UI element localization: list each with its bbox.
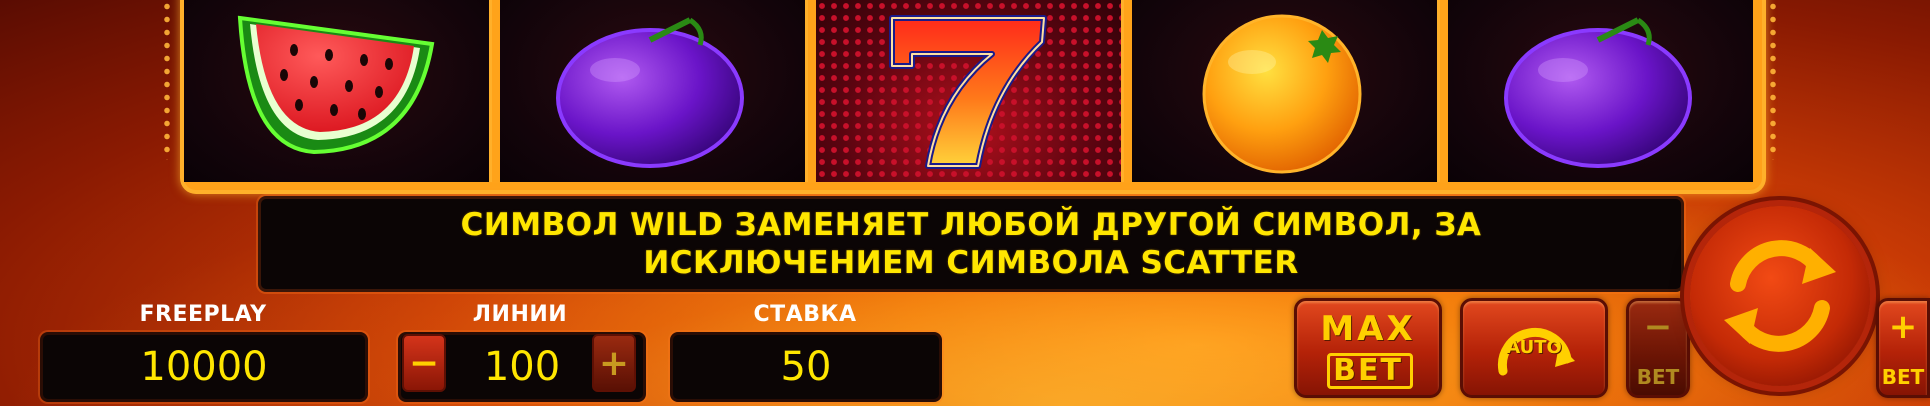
reel-4 [1132, 0, 1440, 182]
max-bet-button[interactable]: MAX BET [1294, 298, 1442, 398]
max-bet-line-2: BET [1333, 353, 1403, 388]
freeplay-value: 10000 [40, 332, 368, 402]
bet-plus-label: BET [1881, 365, 1925, 389]
bet-plus-button[interactable]: + BET [1876, 298, 1930, 398]
bet-minus-label: BET [1636, 365, 1680, 389]
max-bet-line-1: MAX [1320, 309, 1416, 349]
right-light-dots [1768, 0, 1778, 160]
bet-plus-sign: + [1888, 307, 1918, 347]
reel-3 [816, 0, 1124, 182]
plum-icon [1504, 17, 1692, 168]
freeplay-label: FREEPLAY [139, 302, 267, 327]
seven-icon [889, 15, 1047, 169]
left-light-dots [162, 0, 172, 160]
lines-value: 100 [483, 344, 561, 390]
reel-2 [500, 0, 808, 182]
message-bar: СИМВОЛ WILD ЗАМЕНЯЕТ ЛЮБОЙ ДРУГОЙ СИМВОЛ… [258, 196, 1684, 292]
watermelon-icon [237, 15, 435, 155]
orange-icon [1202, 14, 1362, 174]
stake-value: 50 [670, 332, 942, 402]
spin-button[interactable] [1690, 206, 1870, 386]
message-line-1: СИМВОЛ WILD ЗАМЕНЯЕТ ЛЮБОЙ ДРУГОЙ СИМВОЛ… [460, 207, 1482, 243]
lines-plus-button[interactable]: + [592, 334, 636, 392]
spin-icon [1724, 240, 1836, 352]
reel-5 [1448, 0, 1753, 182]
auto-button[interactable]: AUTO [1460, 298, 1608, 398]
lines-label: ЛИНИИ [472, 302, 568, 327]
bet-minus-button[interactable]: − BET [1626, 298, 1690, 398]
auto-label: AUTO [1506, 337, 1562, 358]
plum-icon [556, 17, 744, 168]
stake-label: СТАВКА [753, 302, 857, 327]
lines-minus-button[interactable]: − [402, 334, 446, 392]
reel-1 [184, 0, 492, 182]
message-line-2: ИСКЛЮЧЕНИЕМ СИМВОЛА SCATTER [643, 245, 1299, 281]
bet-minus-sign: − [1643, 307, 1673, 347]
